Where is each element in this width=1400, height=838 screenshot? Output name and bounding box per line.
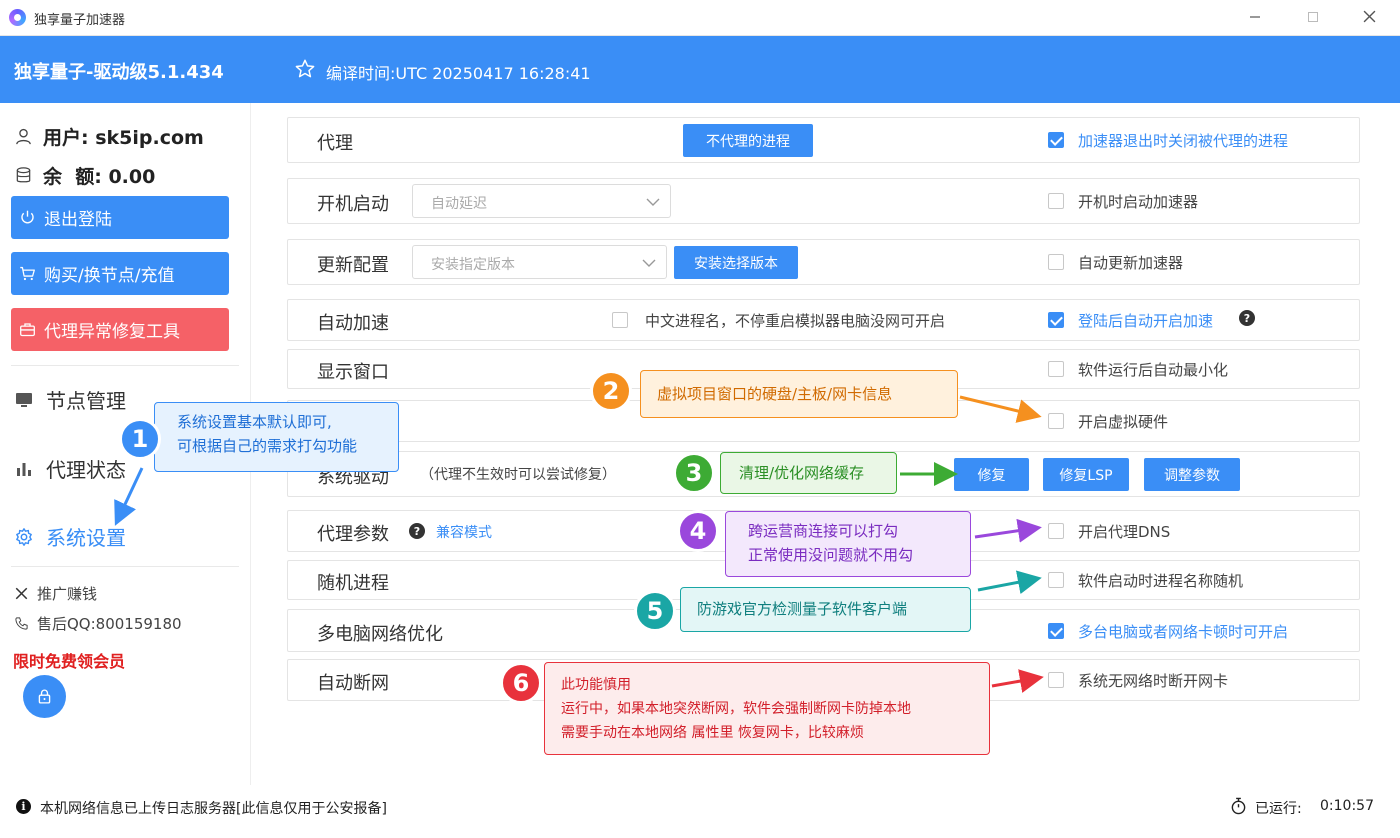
annotation-2: 虚拟项目窗口的硬盘/主板/网卡信息	[640, 370, 958, 418]
annotation-badge-2: 2	[590, 370, 632, 412]
arrow-4	[974, 518, 1042, 543]
info-icon: i	[16, 799, 31, 814]
arrow-1	[114, 467, 144, 526]
annotation-3-text: 清理/优化网络缓存	[739, 464, 865, 482]
status-message: 本机网络信息已上传日志服务器[此信息仅用于公安报备]	[40, 801, 387, 817]
annotation-1: 系统设置基本默认即可, 可根据自己的需求打勾功能	[154, 402, 399, 472]
annotation-5: 防游戏官方检测量子软件客户端	[680, 587, 971, 632]
annotation-6-line1: 此功能慎用	[561, 677, 631, 693]
annotation-4-line2: 正常使用没问题就不用勾	[748, 546, 914, 564]
annotation-badge-5: 5	[634, 590, 676, 632]
arrow-6	[991, 669, 1044, 693]
annotation-3: 清理/优化网络缓存	[720, 452, 897, 494]
stopwatch-icon	[1231, 797, 1246, 815]
annotation-6: 此功能慎用 运行中，如果本地突然断网，软件会强制断网卡防掉本地 需要手动在本地网…	[544, 662, 990, 755]
annotation-1-line2: 可根据自己的需求打勾功能	[177, 437, 358, 455]
annotation-badge-3: 3	[673, 452, 715, 494]
arrow-2	[959, 395, 1042, 423]
annotation-badge-1: 1	[119, 418, 161, 460]
annotation-2-text: 虚拟项目窗口的硬盘/主板/网卡信息	[657, 385, 893, 403]
annotation-4: 跨运营商连接可以打勾 正常使用没问题就不用勾	[725, 511, 971, 577]
annotation-6-line2: 运行中，如果本地突然断网，软件会强制断网卡防掉本地	[561, 701, 911, 717]
annotation-badge-6: 6	[500, 662, 542, 704]
runtime-value: 0:10:57	[1320, 798, 1374, 814]
annotation-badge-4: 4	[677, 510, 719, 552]
annotation-5-text: 防游戏官方检测量子软件客户端	[697, 600, 908, 618]
runtime-label: 已运行:	[1255, 801, 1302, 817]
annotation-4-line1: 跨运营商连接可以打勾	[748, 522, 899, 540]
annotation-1-line1: 系统设置基本默认即可,	[177, 413, 332, 431]
annotation-6-line3: 需要手动在本地网络 属性里 恢复网卡，比较麻烦	[561, 725, 864, 741]
arrow-5	[977, 570, 1042, 595]
